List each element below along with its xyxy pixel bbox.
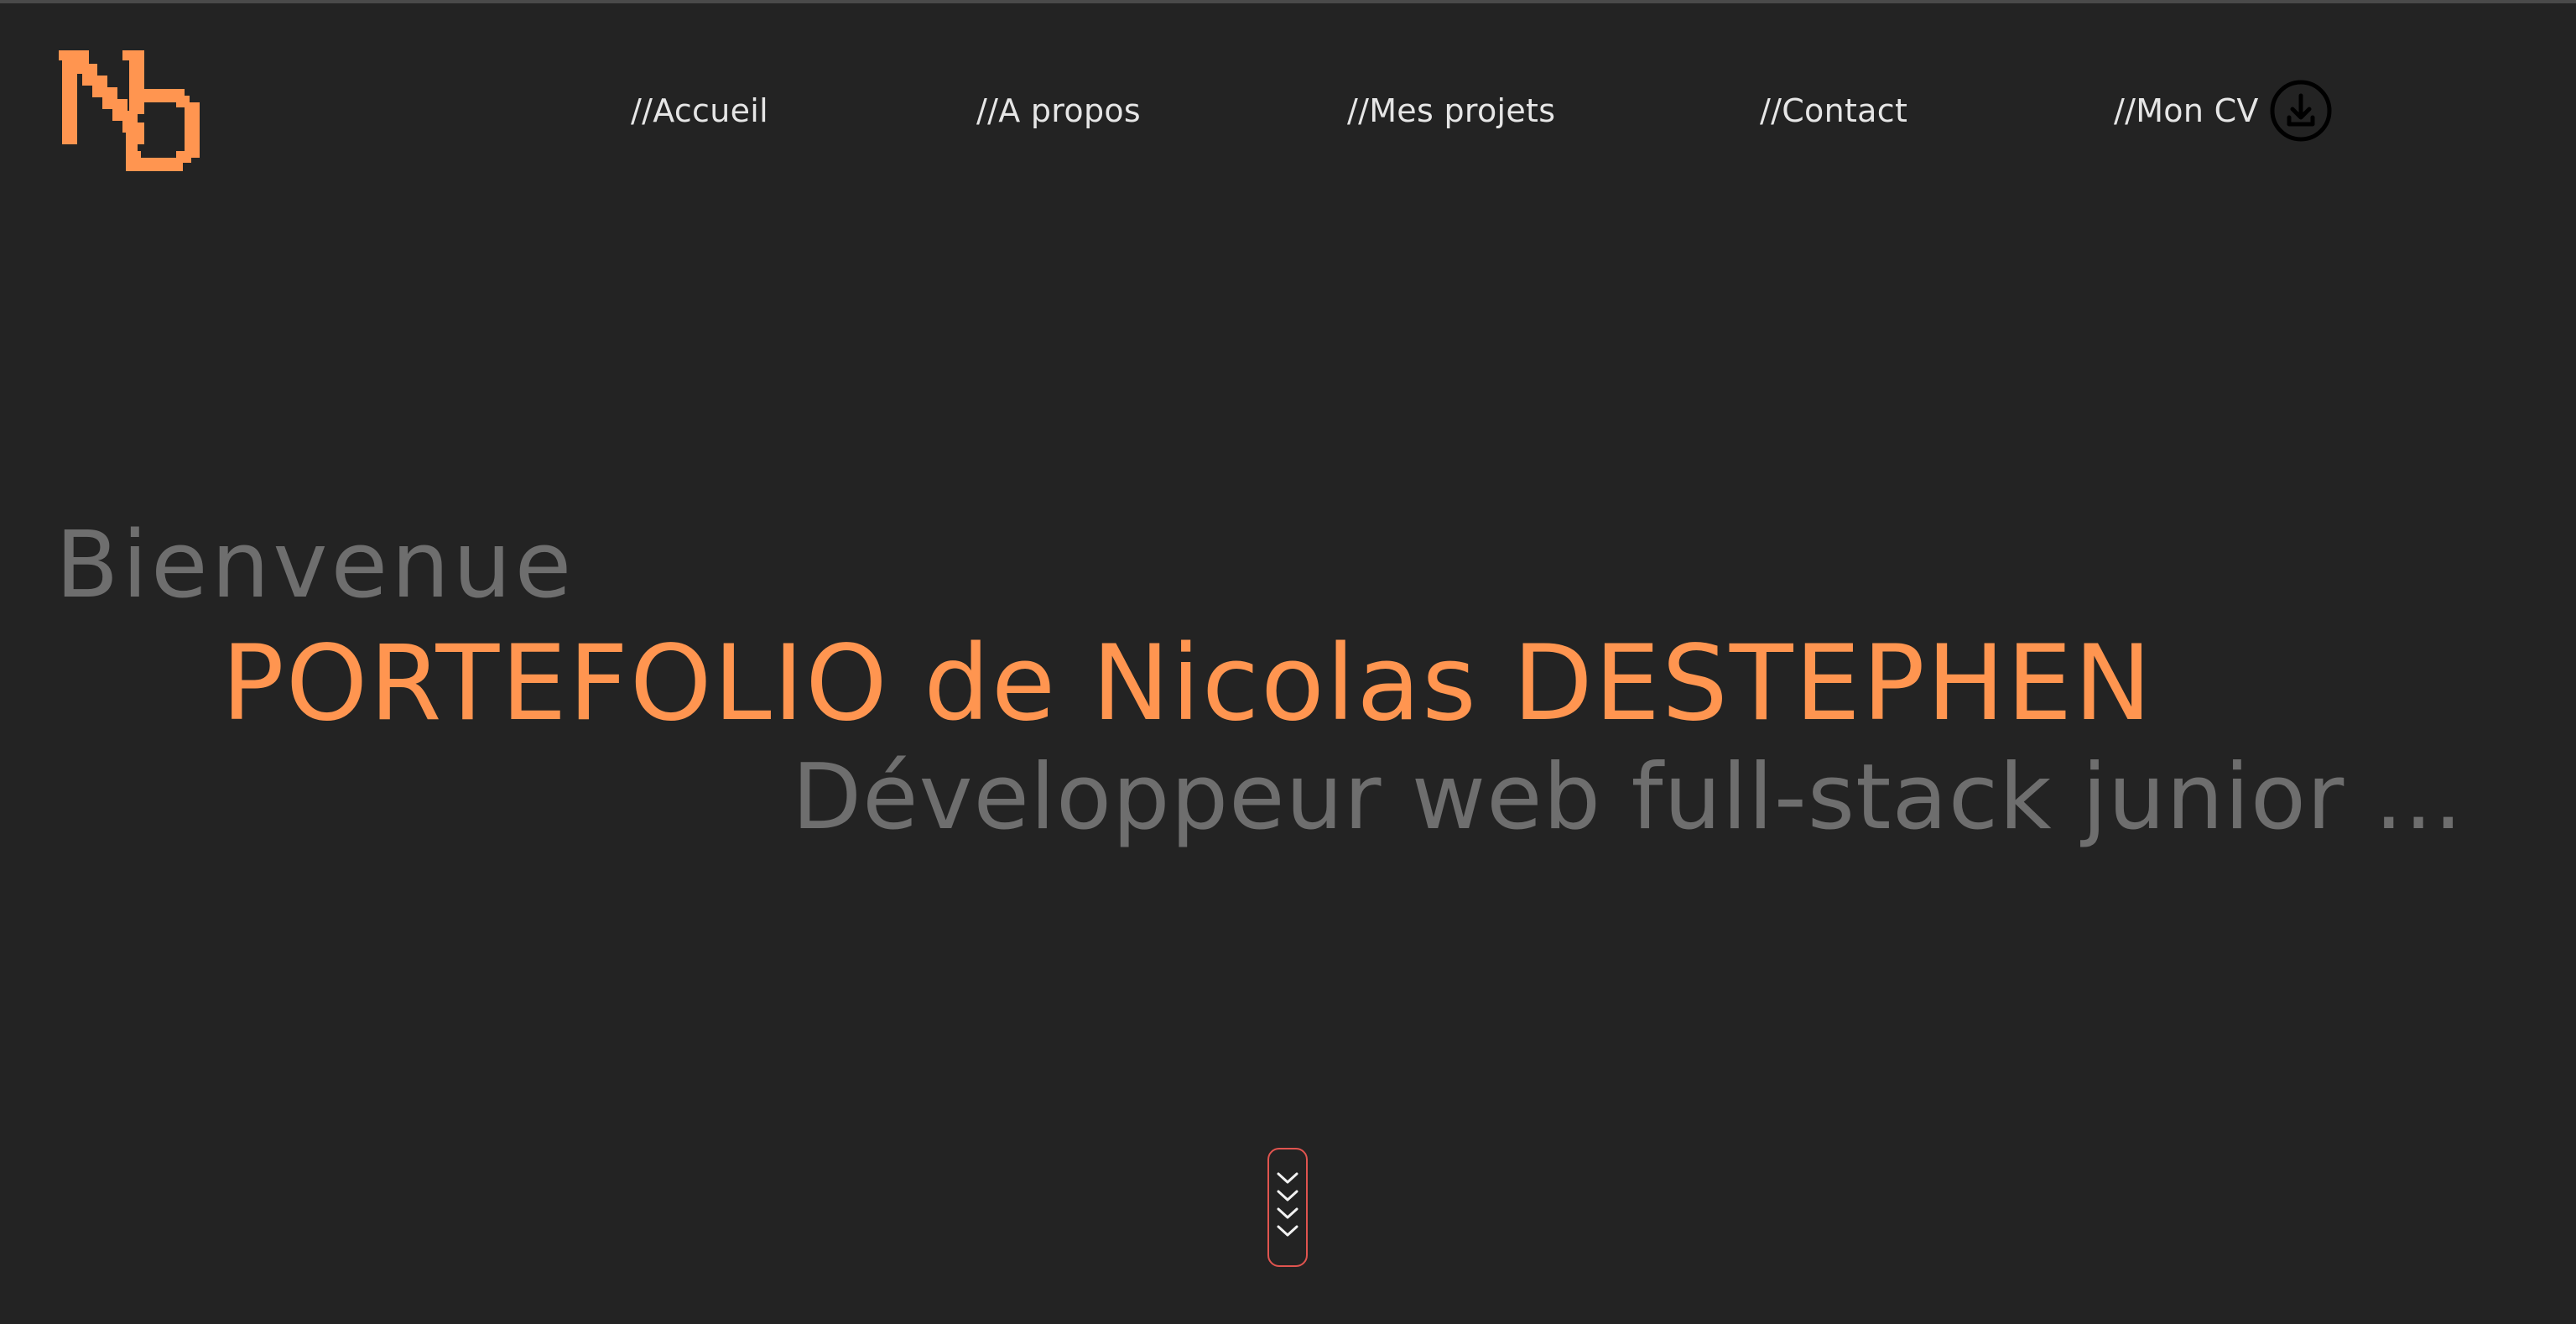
main-nav: //Accueil //A propos //Mes projets //Con… bbox=[0, 0, 2576, 222]
chevrons-down-icon bbox=[1277, 1172, 1298, 1237]
download-icon bbox=[2270, 80, 2332, 142]
hero-welcome-text: Bienvenue bbox=[55, 511, 575, 618]
nav-link-contact[interactable]: //Contact bbox=[1760, 91, 1907, 131]
hero-subtitle: Développeur web full-stack junior ... bbox=[792, 745, 2464, 850]
hero-title: PORTEFOLIO de Nicolas DESTEPHEN bbox=[221, 623, 2154, 744]
cv-download-button[interactable] bbox=[2269, 79, 2333, 143]
nav-link-a-propos[interactable]: //A propos bbox=[976, 91, 1141, 131]
nav-link-accueil[interactable]: //Accueil bbox=[631, 91, 768, 131]
scroll-down-button[interactable] bbox=[1267, 1148, 1308, 1267]
nav-link-mon-cv[interactable]: //Mon CV bbox=[2114, 91, 2259, 131]
nav-link-mes-projets[interactable]: //Mes projets bbox=[1347, 91, 1555, 131]
